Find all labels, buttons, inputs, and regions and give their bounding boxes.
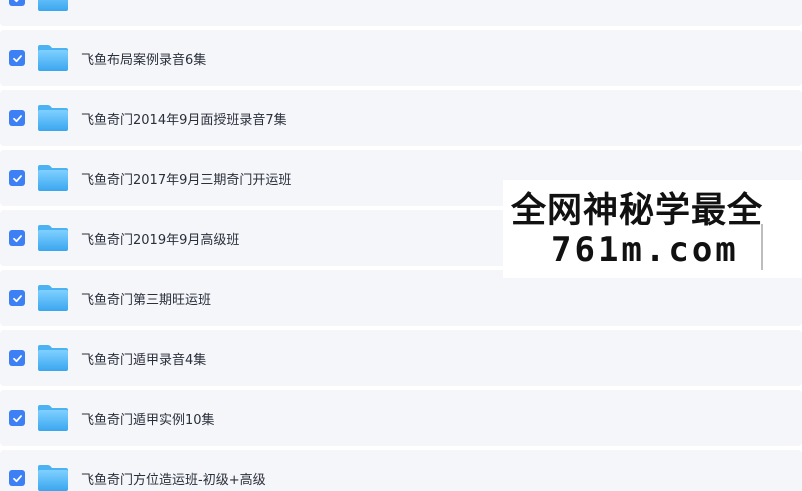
folder-icon [37,0,69,12]
checkbox-checked-icon[interactable] [9,110,25,126]
watermark-text-line1: 全网神秘学最全 [511,191,764,231]
folder-icon [37,224,69,252]
checkbox-checked-icon[interactable] [9,50,25,66]
folder-icon [37,404,69,432]
folder-icon [37,44,69,72]
checkbox-checked-icon[interactable] [9,410,25,426]
watermark-overlay: 全网神秘学最全 761m.com [503,180,802,278]
file-row[interactable]: 飞鱼奇门遁甲录音4集 [0,330,802,386]
folder-icon [37,164,69,192]
checkbox-checked-icon[interactable] [9,290,25,306]
folder-icon [37,464,69,491]
file-name[interactable]: 飞鱼奇门第三期旺运班 [81,289,211,308]
file-name[interactable]: 飞鱼布局案例录音6集 [81,49,206,68]
folder-icon [37,344,69,372]
file-row[interactable] [0,0,802,26]
file-name[interactable]: 飞鱼奇门遁甲录音4集 [81,349,206,368]
file-row[interactable]: 飞鱼布局案例录音6集 [0,30,802,86]
file-row[interactable]: 飞鱼奇门第三期旺运班 [0,270,802,326]
file-name[interactable]: 飞鱼奇门2017年9月三期奇门开运班 [81,169,291,188]
watermark-divider [761,224,763,270]
file-row[interactable]: 飞鱼奇门遁甲实例10集 [0,390,802,446]
checkbox-checked-icon[interactable] [9,170,25,186]
file-row[interactable]: 飞鱼奇门方位造运班-初级+高级 [0,450,802,491]
checkbox-checked-icon[interactable] [9,0,25,6]
watermark-text-line2: 761m.com [551,230,739,270]
file-name[interactable]: 飞鱼奇门2014年9月面授班录音7集 [81,109,287,128]
file-name[interactable]: 飞鱼奇门遁甲实例10集 [81,409,215,428]
file-name[interactable]: 飞鱼奇门方位造运班-初级+高级 [81,469,266,488]
checkbox-checked-icon[interactable] [9,470,25,486]
file-row[interactable]: 飞鱼奇门2014年9月面授班录音7集 [0,90,802,146]
folder-icon [37,104,69,132]
checkbox-checked-icon[interactable] [9,350,25,366]
file-name[interactable]: 飞鱼奇门2019年9月高级班 [81,229,239,248]
checkbox-checked-icon[interactable] [9,230,25,246]
folder-icon [37,284,69,312]
file-browser-page: 飞鱼布局案例录音6集飞鱼奇门2014年9月面授班录音7集 飞鱼奇门2017年9月三… [0,0,802,491]
